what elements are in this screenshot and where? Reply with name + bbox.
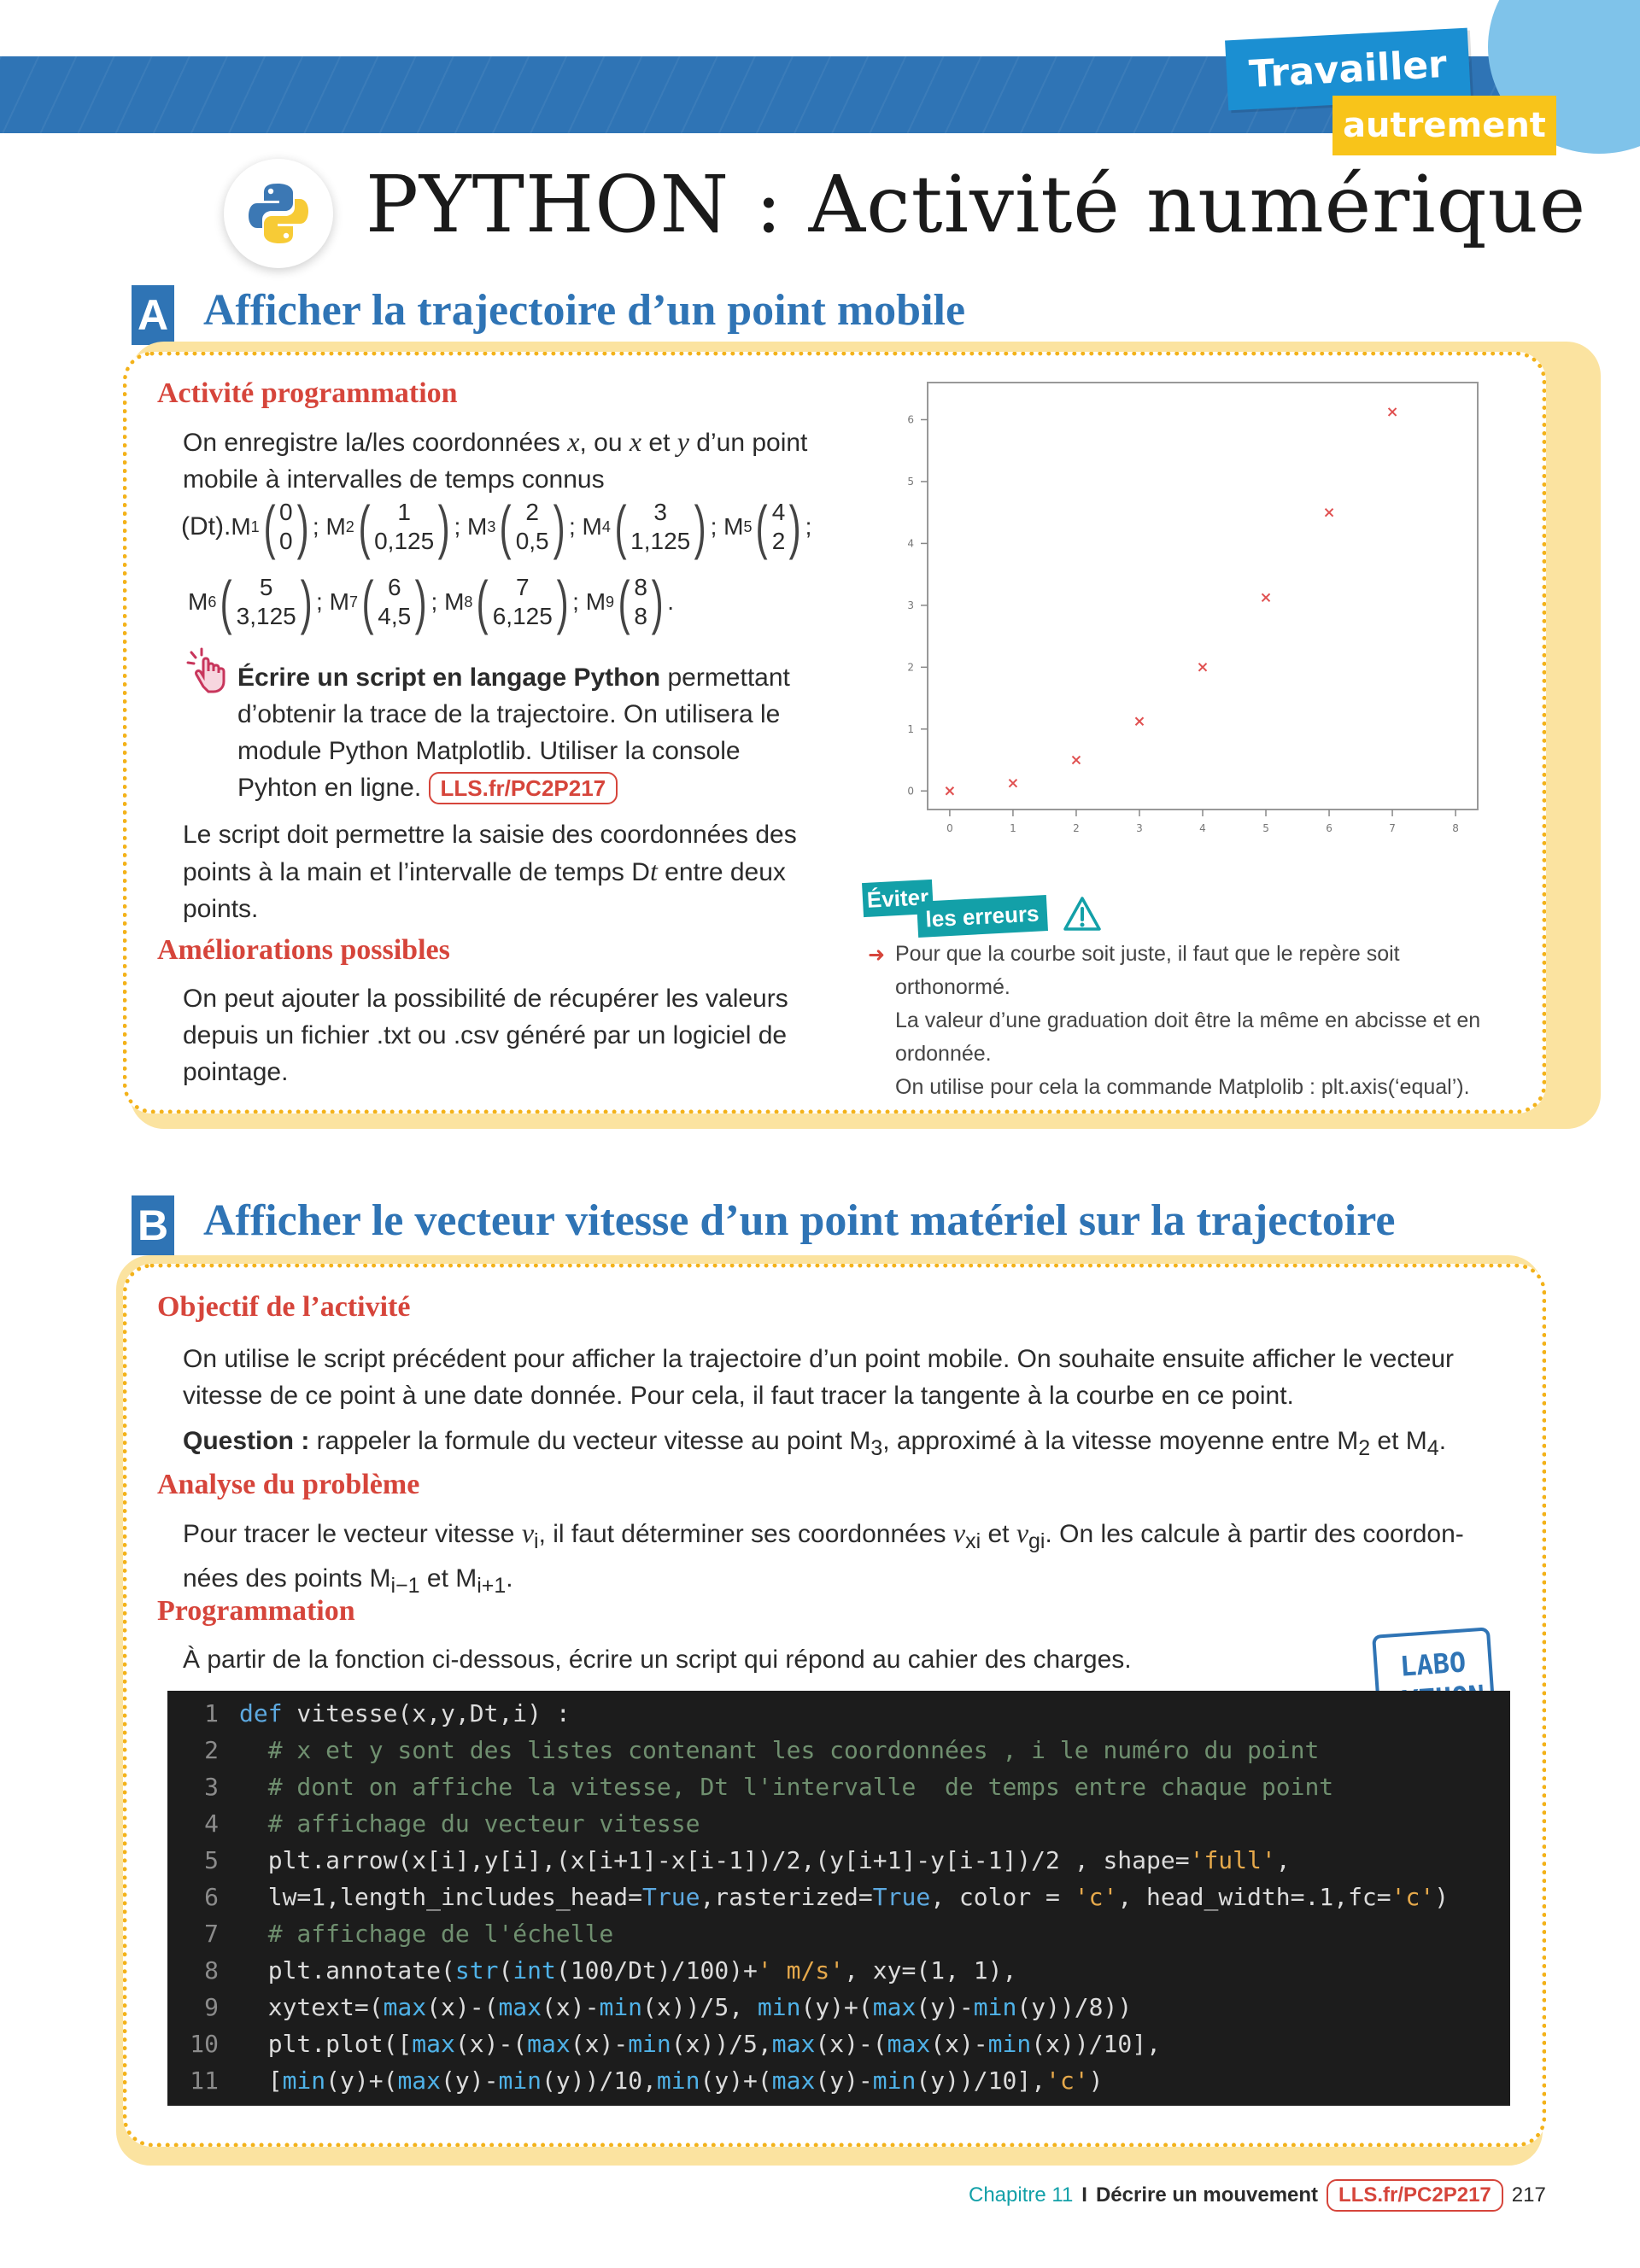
warning-icon	[1063, 895, 1102, 937]
code-block: 1 def vitesse(x,y,Dt,i) : 2 # x et y sont…	[167, 1691, 1510, 2106]
point-m8: M 8(7 6,125);	[444, 569, 586, 635]
analysis-text: Pour tracer le vecteur vitesse vi, il fa…	[183, 1517, 1464, 1598]
y-tick-label: 6	[907, 413, 914, 425]
chart-plot-area	[927, 382, 1479, 810]
program-heading: Programmation	[157, 1595, 355, 1627]
trajectory-chart: 0 1 2 3 4 5 6 7 8 0 1 2 3 4 5 6	[907, 382, 1479, 834]
code-line: 8 plt.annotate(str(int(100/Dt)/100)+' m/…	[204, 1956, 1017, 1984]
point-m3: M 3(2 0,5);	[467, 494, 583, 560]
point-m4: M 4(3 1,125);	[582, 494, 724, 560]
x-tick-label: 8	[1452, 822, 1459, 834]
x-tick-label: 1	[1010, 822, 1016, 834]
point-m6: M 6(5 3,125);	[188, 569, 330, 635]
analysis-heading: Analyse du problème	[157, 1469, 420, 1500]
y-tick-label: 5	[907, 476, 914, 488]
activity-heading: Activité programmation	[157, 377, 458, 409]
task-link[interactable]: LLS.fr/PC2P217	[428, 772, 618, 804]
script-text: Le script doit permettre la saisie des c…	[183, 821, 797, 923]
point-m9: M 9(8 8).	[585, 569, 675, 635]
avoid-text: Pour que la courbe soit juste, il faut q…	[895, 942, 1481, 1099]
x-tick-label: 2	[1073, 822, 1080, 834]
objective-heading: Objectif de l’activité	[157, 1291, 411, 1323]
page-title: PYTHON : Activité numérique	[366, 159, 1587, 250]
point-m1: M 1(0 0);	[231, 494, 326, 560]
code-line: 10 plt.plot([max(x)-(max(x)-min(x))/5,ma…	[190, 2030, 1161, 2058]
code-line: 2 # x et y sont des listes contenant les…	[204, 1736, 1320, 1764]
badge-autrement: autrement	[1332, 96, 1556, 155]
y-tick-label: 0	[907, 785, 914, 797]
improve-text: On peut ajouter la possibilité de récupé…	[183, 985, 788, 1086]
footer-separator: I	[1081, 2183, 1087, 2207]
code-line: 5 plt.arrow(x[i],y[i],(x[i+1]-x[i-1])/2,…	[204, 1846, 1291, 1874]
code-line: 9 xytext=(max(x)-(max(x)-min(x))/5, min(…	[204, 1993, 1133, 2021]
objective-text: On utilise le script précédent pour affi…	[183, 1345, 1455, 1410]
code-line: 3 # dont on affiche la vitesse, Dt l'int…	[204, 1773, 1334, 1801]
x-tick-label: 0	[946, 822, 953, 834]
question-text: Question : rappeler la formule du vecteu…	[183, 1427, 1447, 1460]
points-row-2: M 6(5 3,125); M 7(6 4,5); M 8(7 6,125); M 9(8 8)…	[188, 572, 674, 632]
y-tick-label: 1	[907, 723, 914, 735]
x-tick-label: 7	[1389, 822, 1396, 834]
page-number: 217	[1511, 2183, 1546, 2207]
code-line: 6 lw=1,length_includes_head=True,rasteri…	[204, 1883, 1450, 1911]
footer-chapter-title: Décrire un mouvement	[1095, 2183, 1319, 2207]
x-tick-label: 4	[1199, 822, 1206, 834]
avoid-badge-bottom: les erreurs	[917, 895, 1048, 938]
y-tick-label: 3	[907, 599, 914, 611]
program-text: À partir de la fonction ci-dessous, écri…	[183, 1645, 1132, 1674]
x-tick-label: 5	[1262, 822, 1269, 834]
section-b-letter: B	[132, 1195, 174, 1255]
code-line: 1 def vitesse(x,y,Dt,i) :	[204, 1699, 571, 1727]
code-line: 4 # affichage du vecteur vitesse	[204, 1809, 700, 1838]
intro-text: On enregistre la/les coordonnées x, ou x…	[183, 426, 808, 494]
y-tick-label: 2	[907, 661, 914, 673]
x-tick-label: 3	[1136, 822, 1143, 834]
section-a-letter: A	[132, 285, 174, 345]
section-a-title: Afficher la trajectoire d’un point mobil…	[203, 286, 966, 335]
footer-chapter: Chapitre 11	[969, 2183, 1074, 2207]
arrow-bullet-icon: ➜	[868, 944, 886, 967]
point-m5: M 5(4 2);	[723, 494, 812, 560]
hand-pointer-icon	[184, 647, 232, 699]
footer: Chapitre 11 I Décrire un mouvement LLS.f…	[969, 2179, 1546, 2212]
task-text: Écrire un script en langage Python perme…	[237, 659, 827, 806]
x-tick-label: 6	[1326, 822, 1332, 834]
points-row-1: (Dt). M 1(0 0); M 2(1 0,125); M 3(2 0,5); M 4(3…	[181, 494, 812, 560]
code-line: 7 # affichage de l'échelle	[204, 1920, 614, 1948]
code-line: 11 [min(y)+(max(y)-min(y))/10,min(y)+(ma…	[190, 2066, 1104, 2095]
point-m7: M 7(6 4,5);	[329, 569, 445, 635]
y-tick-label: 4	[907, 537, 914, 549]
python-logo-icon	[224, 159, 333, 268]
footer-link[interactable]: LLS.fr/PC2P217	[1327, 2179, 1503, 2212]
point-m2: M 2(1 0,125);	[325, 494, 468, 560]
section-b-title: Afficher le vecteur vitesse d’un point m…	[203, 1196, 1396, 1245]
improve-heading: Améliorations possibles	[157, 934, 450, 966]
